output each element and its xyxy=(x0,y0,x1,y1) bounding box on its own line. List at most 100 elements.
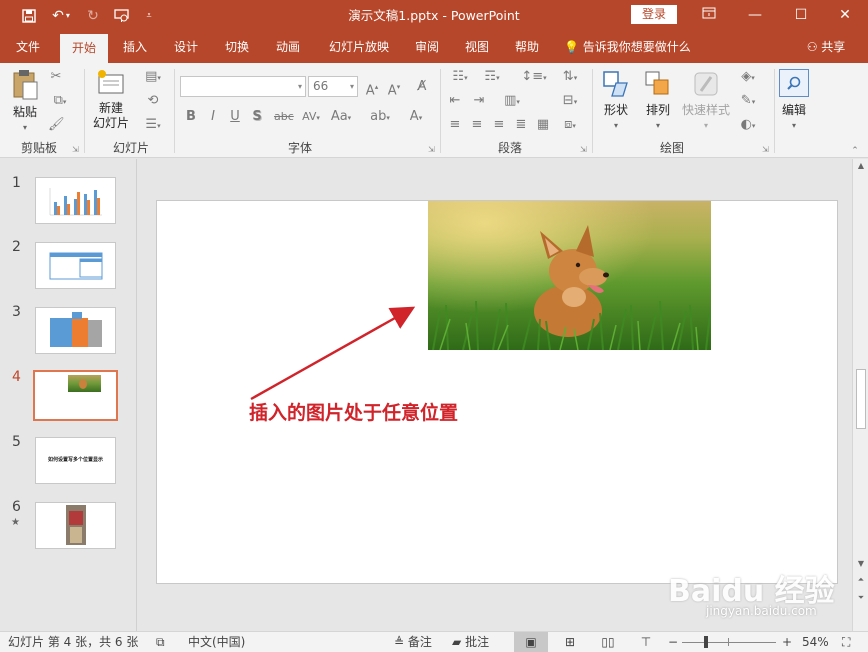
align-text-icon[interactable]: ⊟▾ xyxy=(556,93,584,110)
shadow-button[interactable]: S xyxy=(250,109,264,125)
login-button[interactable]: 登录 xyxy=(631,5,677,24)
zoom-in-icon[interactable]: + xyxy=(782,632,792,652)
quick-styles-button[interactable]: 快速样式 ▾ xyxy=(678,69,734,133)
dog-photo[interactable] xyxy=(428,201,711,350)
save-icon[interactable] xyxy=(18,5,40,27)
bold-button[interactable]: B xyxy=(184,109,198,125)
distributed-icon[interactable]: ▦ xyxy=(534,117,552,133)
line-spacing-icon[interactable]: ↕≡▾ xyxy=(520,69,548,86)
scrollbar-thumb[interactable] xyxy=(856,369,866,429)
shape-effects-icon[interactable]: ◐▾ xyxy=(736,117,760,134)
columns-icon[interactable]: ▥▾ xyxy=(498,93,526,110)
highlight-icon[interactable]: ab▾ xyxy=(368,109,392,126)
bullets-icon[interactable]: ☷▾ xyxy=(446,69,474,86)
paste-button[interactable]: 粘贴 ▾ xyxy=(6,69,44,135)
scroll-down-icon[interactable]: ▼ xyxy=(853,559,868,568)
tab-insert[interactable]: 插入 xyxy=(112,31,158,63)
align-center-icon[interactable]: ≡ xyxy=(468,117,486,133)
reset-icon[interactable]: ⟲ xyxy=(140,93,166,109)
minimize-icon[interactable]: — xyxy=(732,0,778,31)
scroll-up-icon[interactable]: ▲ xyxy=(853,161,868,170)
undo-icon[interactable]: ↶ ▾ xyxy=(46,5,76,27)
slide-sorter-icon[interactable]: ⊞ xyxy=(560,632,580,652)
previous-slide-icon[interactable]: ⏶ xyxy=(853,575,868,585)
zoom-out-icon[interactable]: − xyxy=(668,632,678,652)
notes-button[interactable]: ≜ 备注 xyxy=(394,632,432,652)
zoom-slider-thumb[interactable] xyxy=(704,636,708,648)
layout-icon[interactable]: ▤▾ xyxy=(140,69,166,86)
decrease-indent-icon[interactable]: ⇤ xyxy=(446,93,464,109)
smartart-icon[interactable]: ⧈▾ xyxy=(556,117,584,134)
zoom-slider[interactable] xyxy=(682,632,776,652)
collapse-ribbon-icon[interactable]: ⌃ xyxy=(848,143,862,159)
slide-thumbnail-5[interactable]: 如何设置写多个位置显示 xyxy=(35,437,116,484)
slide-thumbnail-1[interactable] xyxy=(35,177,116,224)
tab-help[interactable]: 帮助 xyxy=(505,31,549,63)
slide-thumbnail-2[interactable] xyxy=(35,242,116,289)
tab-slideshow[interactable]: 幻灯片放映 xyxy=(318,31,400,63)
clear-formatting-icon[interactable]: A̸ xyxy=(414,79,430,95)
next-slide-icon[interactable]: ⏷ xyxy=(853,593,868,603)
font-name-combo[interactable]: ▾ xyxy=(180,76,306,97)
arrange-button[interactable]: 排列 ▾ xyxy=(640,69,676,133)
tab-animations[interactable]: 动画 xyxy=(265,31,311,63)
align-left-icon[interactable]: ≡ xyxy=(446,117,464,133)
tab-view[interactable]: 视图 xyxy=(454,31,500,63)
slide-thumbnail-3[interactable] xyxy=(35,307,116,354)
drawing-launcher-icon[interactable]: ⇲ xyxy=(762,145,769,154)
present-from-start-icon[interactable] xyxy=(110,5,132,27)
redo-icon[interactable]: ↻ xyxy=(82,5,104,27)
change-case-button[interactable]: Aa▾ xyxy=(326,109,356,126)
tab-file[interactable]: 文件 xyxy=(4,31,52,63)
slide-caption[interactable]: 插入的图片处于任意位置 xyxy=(249,398,458,425)
customize-qat-icon[interactable]: ⩡ xyxy=(138,5,160,27)
clipboard-launcher-icon[interactable]: ⇲ xyxy=(72,145,79,154)
reading-view-icon[interactable]: ▯▯ xyxy=(598,632,618,652)
normal-view-icon[interactable]: ▣ xyxy=(514,632,548,652)
close-icon[interactable]: ✕ xyxy=(822,0,868,31)
increase-font-icon[interactable]: A▴ xyxy=(364,79,380,99)
tab-transitions[interactable]: 切换 xyxy=(214,31,260,63)
comments-button[interactable]: ▰ 批注 xyxy=(452,632,489,652)
font-size-combo[interactable]: 66 ▾ xyxy=(308,76,358,97)
numbering-icon[interactable]: ☶▾ xyxy=(478,69,506,86)
copy-icon[interactable]: ⧉▾ xyxy=(48,93,72,110)
tab-home[interactable]: 开始 xyxy=(60,34,108,63)
underline-button[interactable]: U xyxy=(228,109,242,125)
justify-icon[interactable]: ≣ xyxy=(512,117,530,133)
shape-outline-icon[interactable]: ✎▾ xyxy=(736,93,760,110)
italic-button[interactable]: I xyxy=(206,109,220,125)
text-direction-icon[interactable]: ⇅▾ xyxy=(556,69,584,86)
slideshow-view-icon[interactable]: ⊤ xyxy=(636,632,656,652)
thumb-number: 5 xyxy=(12,434,21,450)
font-launcher-icon[interactable]: ⇲ xyxy=(428,145,435,154)
zoom-level[interactable]: 54% xyxy=(802,632,829,652)
font-color-button[interactable]: A▾ xyxy=(404,109,428,126)
new-slide-button[interactable]: 新建 幻灯片 xyxy=(90,69,132,131)
maximize-icon[interactable]: ☐ xyxy=(778,0,824,31)
slide-thumbnail-4[interactable] xyxy=(33,370,118,421)
ribbon-display-options-icon[interactable] xyxy=(686,0,732,31)
increase-indent-icon[interactable]: ⇥ xyxy=(470,93,488,109)
language-indicator[interactable]: 中文(中国) xyxy=(188,632,245,652)
section-icon[interactable]: ☰▾ xyxy=(140,117,166,134)
shape-fill-icon[interactable]: ◈▾ xyxy=(736,69,760,86)
slide-thumbnail-6[interactable] xyxy=(35,502,116,549)
align-right-icon[interactable]: ≡ xyxy=(490,117,508,133)
tab-design[interactable]: 设计 xyxy=(163,31,209,63)
paragraph-launcher-icon[interactable]: ⇲ xyxy=(580,145,587,154)
char-spacing-button[interactable]: AV▾ xyxy=(296,109,326,126)
vertical-scrollbar[interactable]: ▲ ▼ ⏶ ⏷ xyxy=(852,159,868,631)
spellcheck-icon[interactable]: ⧉ xyxy=(156,632,165,652)
fit-to-window-icon[interactable]: ⛶ xyxy=(842,632,850,652)
shapes-button[interactable]: 形状 ▾ xyxy=(598,69,634,133)
cut-icon[interactable]: ✂ xyxy=(48,69,64,85)
format-painter-icon[interactable]: 🖌 xyxy=(48,117,65,133)
tell-me-box[interactable]: 💡 告诉我你想要做什么 xyxy=(564,31,696,63)
slide-canvas[interactable]: 插入的图片处于任意位置 xyxy=(156,200,838,584)
share-button[interactable]: ⚇ 共享 xyxy=(800,31,852,63)
tab-review[interactable]: 审阅 xyxy=(405,31,449,63)
strikethrough-button[interactable]: abc xyxy=(274,109,294,125)
decrease-font-icon[interactable]: A▾ xyxy=(386,79,402,99)
editing-button[interactable]: 编辑 ▾ xyxy=(778,69,810,133)
